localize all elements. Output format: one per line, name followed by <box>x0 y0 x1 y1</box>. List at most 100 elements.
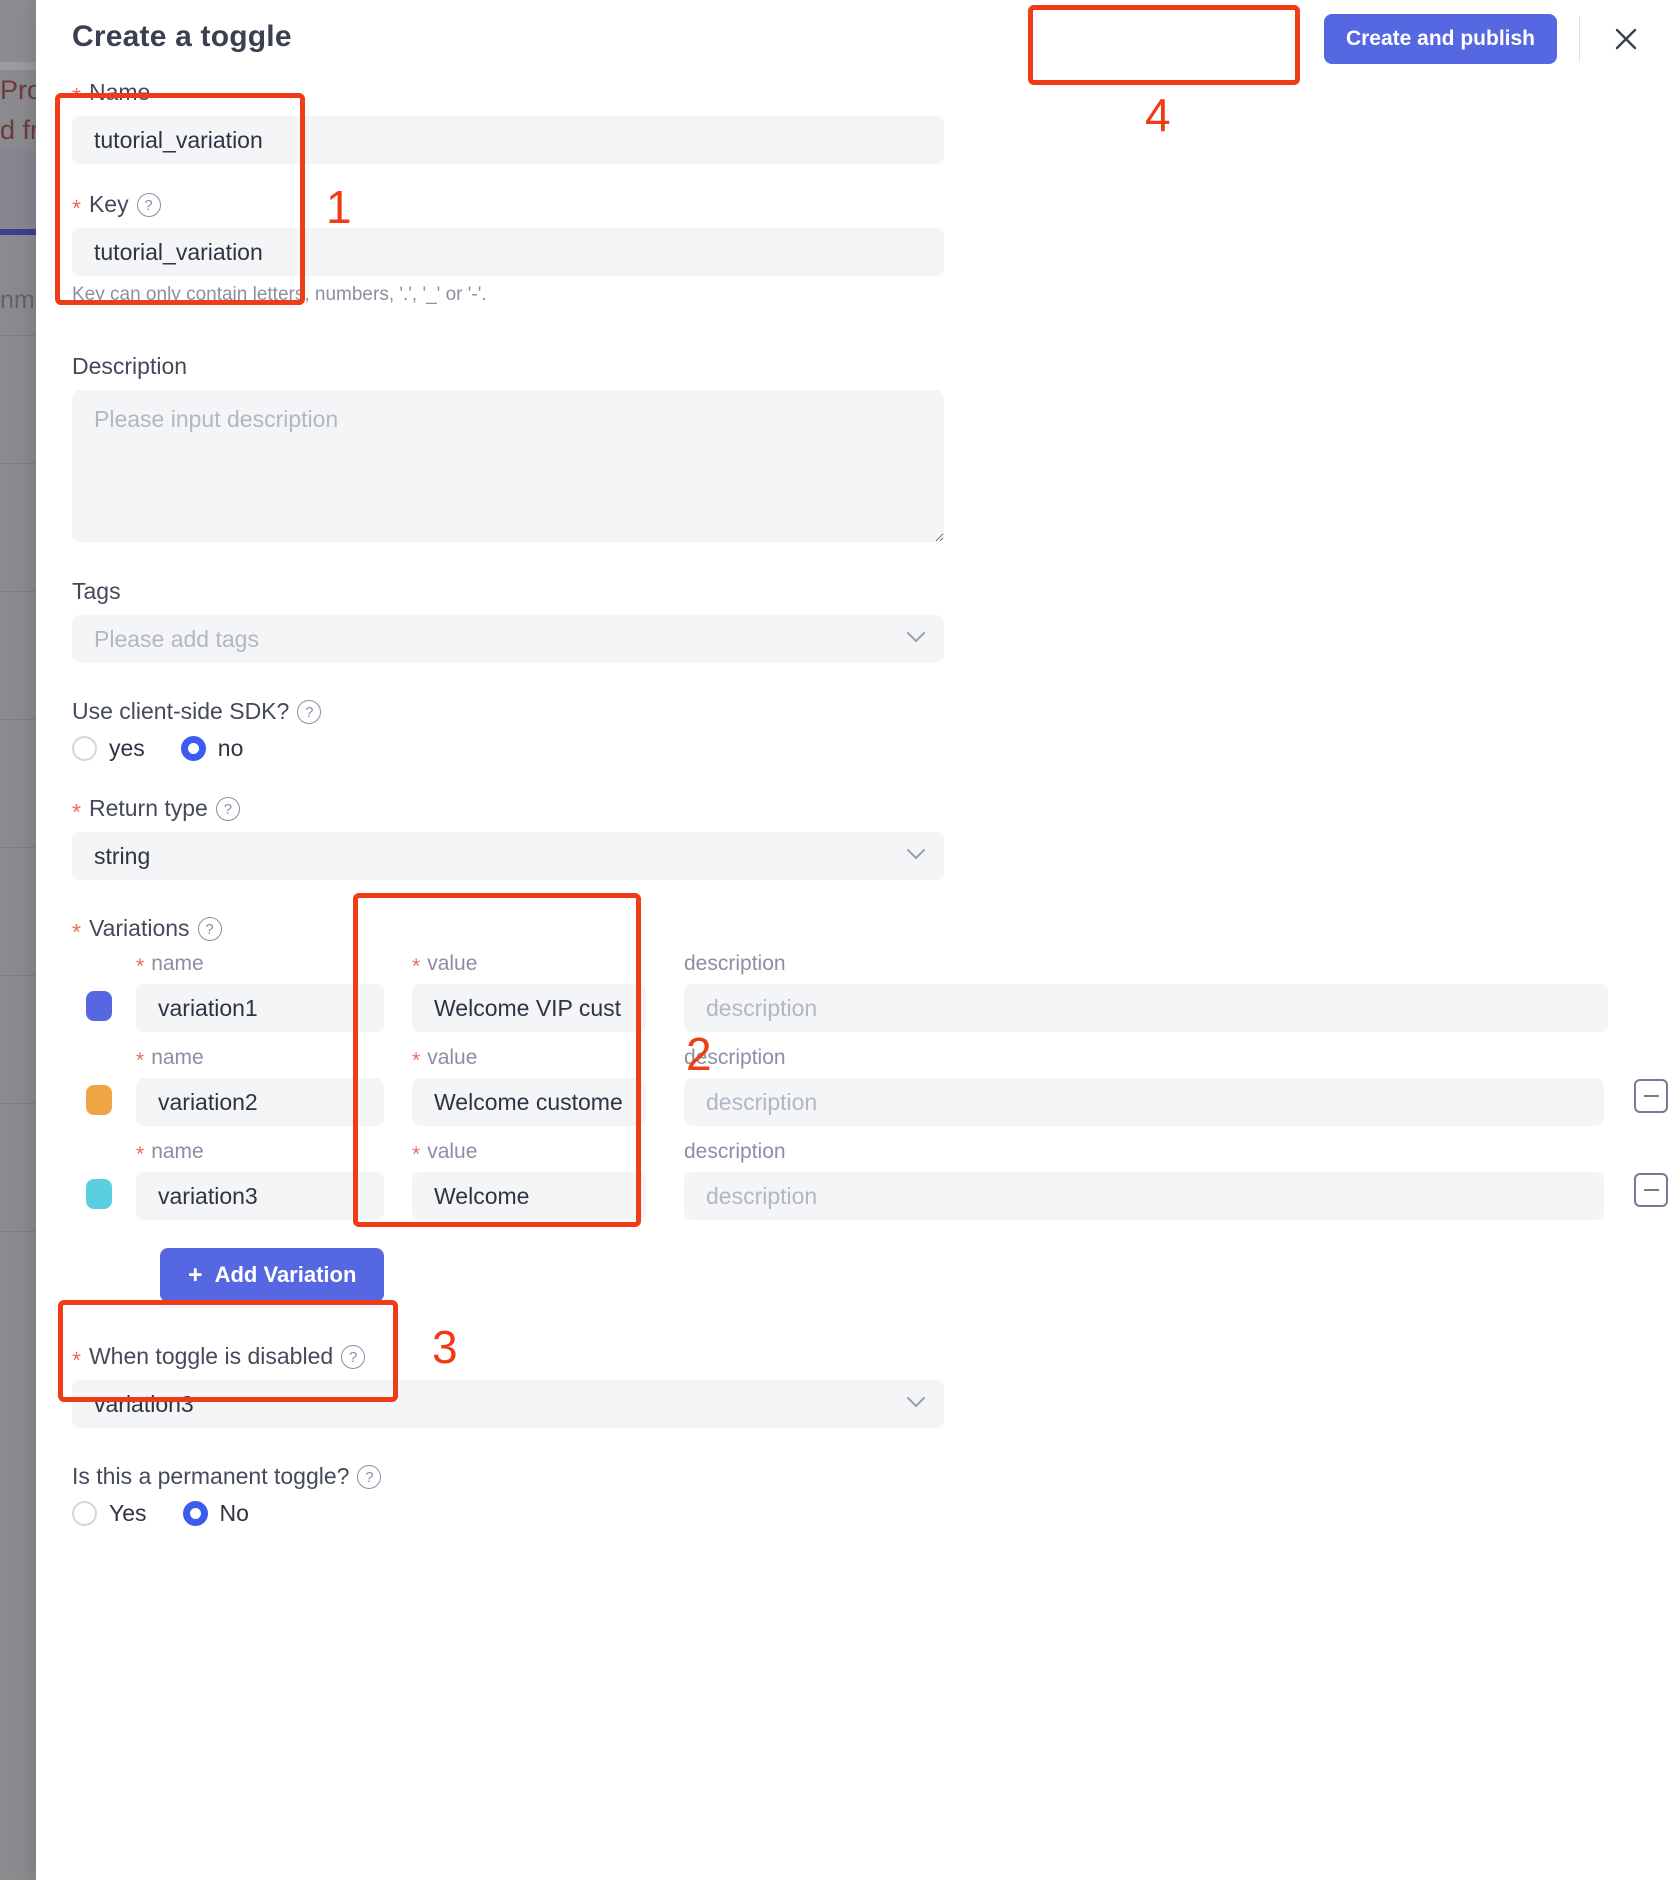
variation-value-sublabel: * value <box>412 1140 646 1164</box>
background-table-row <box>0 463 36 591</box>
annotation-number-2: 2 <box>686 1027 712 1081</box>
chevron-down-icon <box>906 848 926 864</box>
variation-description-input[interactable] <box>684 1172 1604 1220</box>
description-textarea[interactable] <box>72 390 944 542</box>
variation-name-col: * name <box>136 952 384 1032</box>
add-variation-button[interactable]: + Add Variation <box>160 1248 384 1302</box>
variation-name-col: * name <box>136 1140 384 1220</box>
background-title-line-1: Prob <box>0 70 36 110</box>
variation-description-input[interactable] <box>684 1078 1604 1126</box>
return-type-label-text: Return type <box>89 794 208 822</box>
tags-selected-value: Please add tags <box>94 626 259 653</box>
variation-name-sublabel-text: name <box>151 1140 204 1164</box>
question-mark-icon[interactable]: ? <box>198 917 222 941</box>
when-disabled-select[interactable]: variation3 <box>72 1380 944 1428</box>
variation-value-input[interactable] <box>412 1172 646 1220</box>
required-asterisk: * <box>412 958 420 976</box>
variation-value-sublabel-text: value <box>427 1140 477 1164</box>
variation-value-col: * value <box>412 952 646 1032</box>
required-asterisk: * <box>136 1146 144 1164</box>
variation-name-input[interactable] <box>136 1078 384 1126</box>
question-mark-icon[interactable]: ? <box>137 193 161 217</box>
header-divider <box>1579 16 1580 62</box>
variation-description-sublabel: description <box>684 1046 1604 1070</box>
variation-value-col: * value <box>412 1140 646 1220</box>
radio-circle-icon <box>72 736 97 761</box>
variation-name-col: * name <box>136 1046 384 1126</box>
client-sdk-radio-group: yes no <box>72 735 1668 762</box>
page-title: Create a toggle <box>72 20 292 54</box>
close-button[interactable] <box>1606 19 1646 59</box>
background-table-row <box>0 335 36 463</box>
background-table-empty <box>0 1231 36 1880</box>
name-input[interactable] <box>72 116 944 164</box>
tags-select[interactable]: Please add tags <box>72 615 944 663</box>
tags-label: Tags <box>72 577 1668 605</box>
minus-square-icon <box>1644 1189 1659 1191</box>
variation-row: * name * value description <box>72 952 1668 1032</box>
client-sdk-option-label: yes <box>109 735 145 762</box>
variations-list: * name * value description <box>72 952 1668 1302</box>
variation-description-input[interactable] <box>684 984 1608 1032</box>
field-return-type: * Return type ? string <box>72 794 1668 880</box>
required-asterisk: * <box>72 803 81 821</box>
background-table-row <box>0 1103 36 1231</box>
variation-remove-button[interactable] <box>1634 1173 1668 1207</box>
background-table-row <box>0 591 36 719</box>
create-and-publish-button[interactable]: Create and publish <box>1324 14 1557 64</box>
variation-row: * name * value description <box>72 1046 1668 1126</box>
permanent-toggle-option-label: No <box>220 1500 249 1527</box>
variation-remove-placeholder <box>1638 989 1668 1019</box>
variation-remove-button[interactable] <box>1634 1079 1668 1113</box>
required-asterisk: * <box>412 1052 420 1070</box>
variation-description-col: description <box>684 1046 1604 1126</box>
required-asterisk: * <box>72 923 81 941</box>
when-disabled-label: * When toggle is disabled ? <box>72 1342 1668 1370</box>
radio-circle-icon <box>183 1501 208 1526</box>
field-description: Description <box>72 352 1668 547</box>
radio-circle-icon <box>181 736 206 761</box>
add-variation-label: Add Variation <box>215 1262 357 1288</box>
plus-icon: + <box>188 1263 203 1288</box>
field-name: * Name <box>72 78 1668 164</box>
create-toggle-form: * Name * Key ? Key can only contain lett… <box>72 78 1668 1559</box>
when-disabled-label-text: When toggle is disabled <box>89 1342 333 1370</box>
key-label-text: Key <box>89 190 129 218</box>
minus-square-icon <box>1644 1095 1659 1097</box>
background-table-row <box>0 975 36 1103</box>
variation-name-input[interactable] <box>136 984 384 1032</box>
variations-label-text: Variations <box>89 914 190 942</box>
required-asterisk: * <box>136 1052 144 1070</box>
name-label-text: Name <box>89 78 150 106</box>
variation-value-sublabel-text: value <box>427 1046 477 1070</box>
annotation-number-4: 4 <box>1145 88 1171 142</box>
permanent-toggle-radio-no[interactable]: No <box>183 1500 249 1527</box>
name-label: * Name <box>72 78 1668 106</box>
variation-value-input[interactable] <box>412 1078 646 1126</box>
client-sdk-radio-yes[interactable]: yes <box>72 735 145 762</box>
question-mark-icon[interactable]: ? <box>357 1465 381 1489</box>
client-sdk-label: Use client-side SDK? ? <box>72 697 1668 725</box>
client-sdk-option-label: no <box>218 735 244 762</box>
header-actions: Create and publish <box>1324 14 1646 64</box>
dimmed-page-backdrop: Prob d fro nme <box>0 0 36 1880</box>
variation-name-input[interactable] <box>136 1172 384 1220</box>
question-mark-icon[interactable]: ? <box>216 797 240 821</box>
required-asterisk: * <box>136 958 144 976</box>
variation-value-input[interactable] <box>412 984 646 1032</box>
variations-label: * Variations ? <box>72 914 1668 942</box>
client-sdk-radio-no[interactable]: no <box>181 735 244 762</box>
key-input[interactable] <box>72 228 944 276</box>
variation-row: * name * value description <box>72 1140 1668 1220</box>
question-mark-icon[interactable]: ? <box>341 1345 365 1369</box>
return-type-select[interactable]: string <box>72 832 944 880</box>
variation-color-swatch <box>86 1085 112 1115</box>
background-tab-area <box>0 150 36 232</box>
permanent-toggle-radio-yes[interactable]: Yes <box>72 1500 147 1527</box>
required-asterisk: * <box>72 1351 81 1369</box>
background-title-text: Prob d fro <box>0 70 36 150</box>
question-mark-icon[interactable]: ? <box>297 700 321 724</box>
description-label: Description <box>72 352 1668 380</box>
when-disabled-selected-value: variation3 <box>94 1391 194 1418</box>
chevron-down-icon <box>906 1396 926 1412</box>
